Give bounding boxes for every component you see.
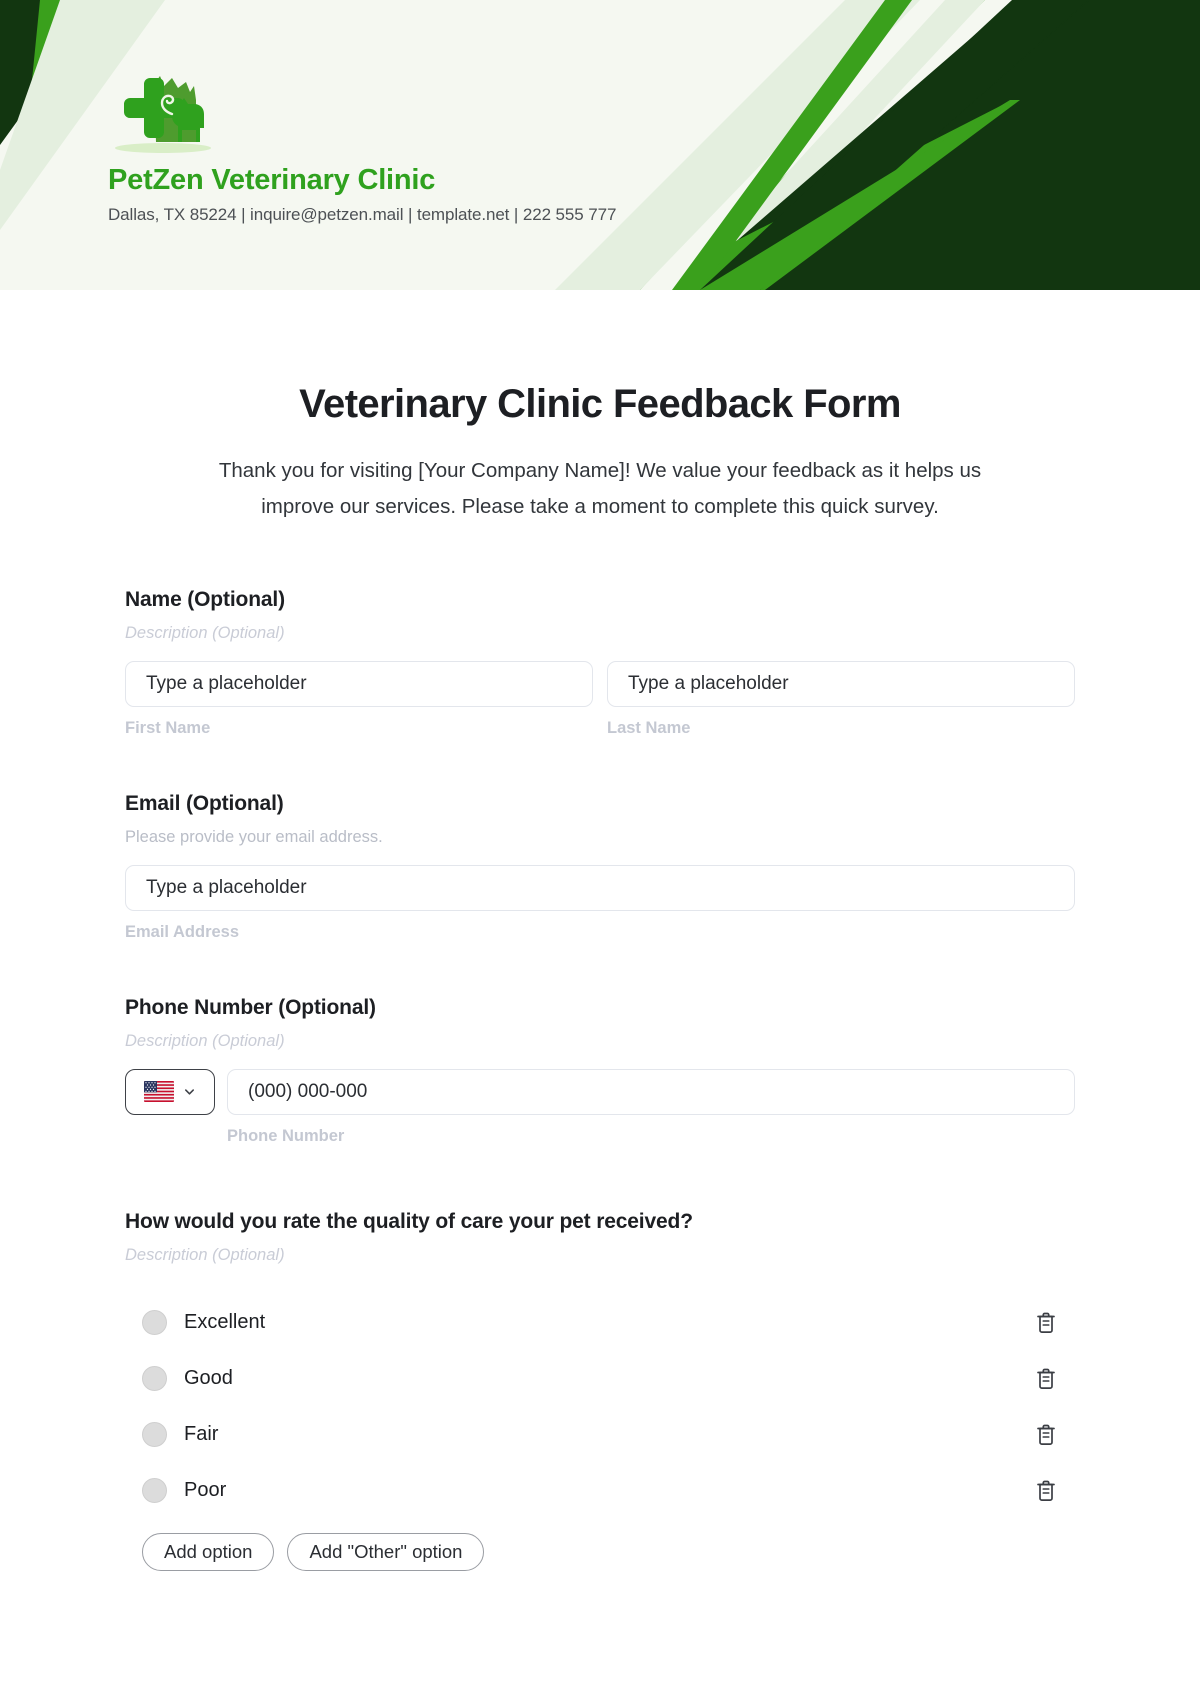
page-title: Veterinary Clinic Feedback Form	[299, 382, 901, 426]
list-item[interactable]: Excellent	[125, 1295, 1075, 1351]
question-description: Description (Optional)	[125, 1245, 285, 1264]
radio-button[interactable]	[142, 1366, 167, 1392]
add-other-option-button[interactable]: Add "Other" option	[287, 1532, 485, 1571]
field-label: Phone Number (Optional)	[125, 995, 376, 1019]
radio-button[interactable]	[142, 1310, 167, 1336]
delete-icon[interactable]	[1035, 1367, 1057, 1391]
brand-name: PetZen Veterinary Clinic	[108, 164, 436, 196]
delete-icon[interactable]	[1035, 1423, 1057, 1447]
country-code-select[interactable]	[125, 1068, 215, 1115]
first-name-column: Type a placeholder First Name	[125, 660, 593, 738]
phone-number-input[interactable]: (000) 000-000	[227, 1068, 1075, 1115]
chevron-down-icon	[184, 1089, 195, 1096]
option-label: Good	[184, 1367, 233, 1390]
list-item[interactable]: Good	[125, 1351, 1075, 1407]
brand-block: PetZen Veterinary Clinic Dallas, TX 8522…	[108, 70, 616, 225]
add-option-button[interactable]: Add option	[142, 1532, 275, 1571]
list-item[interactable]: Fair	[125, 1407, 1075, 1463]
field-care-rating: How would you rate the quality of care y…	[125, 1210, 1075, 1571]
field-email: Email (Optional) Please provide your ema…	[125, 792, 1075, 942]
field-label: Name (Optional)	[125, 587, 285, 611]
delete-icon[interactable]	[1035, 1479, 1057, 1503]
email-sub-label: Email Address	[125, 922, 240, 941]
clinic-logo-icon	[115, 76, 211, 153]
option-label: Fair	[184, 1423, 219, 1446]
field-description: Please provide your email address.	[125, 827, 383, 846]
option-list: Excellent Good Fair Poor	[125, 1295, 1075, 1519]
field-name: Name (Optional) Description (Optional) T…	[125, 588, 1075, 738]
last-name-column: Type a placeholder Last Name	[607, 660, 1075, 738]
last-name-input[interactable]: Type a placeholder	[607, 660, 1075, 707]
field-description: Description (Optional)	[125, 1031, 285, 1050]
first-name-sub-label: First Name	[125, 718, 211, 737]
option-label: Poor	[184, 1479, 227, 1502]
field-description: Description (Optional)	[125, 623, 285, 642]
form-container: Veterinary Clinic Feedback Form Thank yo…	[0, 382, 1200, 1571]
first-name-input[interactable]: Type a placeholder	[125, 660, 593, 707]
option-actions: Add option Add "Other" option	[125, 1532, 1075, 1571]
name-inputs-row: Type a placeholder First Name Type a pla…	[125, 660, 1075, 738]
phone-sub-label: Phone Number	[227, 1126, 345, 1145]
form-intro-text: Thank you for visiting [Your Company Nam…	[218, 459, 982, 519]
last-name-sub-label: Last Name	[607, 718, 691, 737]
brand-contact-line: Dallas, TX 85224 | inquire@petzen.mail |…	[108, 205, 617, 224]
phone-input-row: (000) 000-000	[125, 1068, 1075, 1115]
field-label: Email (Optional)	[125, 791, 284, 815]
us-flag-icon	[144, 1081, 174, 1103]
radio-button[interactable]	[142, 1478, 167, 1504]
email-input-row: Type a placeholder Email Address	[125, 864, 1075, 942]
email-field[interactable]: Type a placeholder	[125, 864, 1075, 911]
option-label: Excellent	[184, 1311, 266, 1334]
question-label: How would you rate the quality of care y…	[125, 1209, 693, 1233]
field-phone: Phone Number (Optional) Description (Opt…	[125, 996, 1075, 1146]
page-header: PetZen Veterinary Clinic Dallas, TX 8522…	[0, 0, 1200, 290]
email-column: Type a placeholder Email Address	[125, 864, 1075, 942]
radio-button[interactable]	[142, 1422, 167, 1448]
list-item[interactable]: Poor	[125, 1463, 1075, 1519]
delete-icon[interactable]	[1035, 1311, 1057, 1335]
